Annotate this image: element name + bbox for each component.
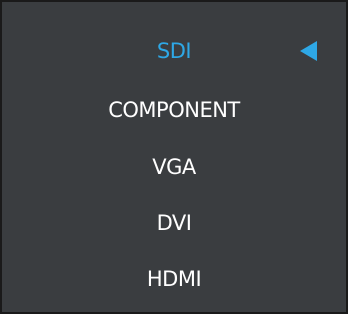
menu-item-sdi[interactable]: SDI [2, 31, 346, 71]
menu-item-component[interactable]: COMPONENT [2, 90, 346, 130]
menu-item-dvi[interactable]: DVI [2, 203, 346, 243]
menu-item-vga[interactable]: VGA [2, 147, 346, 187]
triangle-left-icon [300, 41, 317, 61]
menu-item-hdmi[interactable]: HDMI [2, 259, 346, 299]
input-source-menu: SDI COMPONENT VGA DVI HDMI [0, 0, 348, 314]
